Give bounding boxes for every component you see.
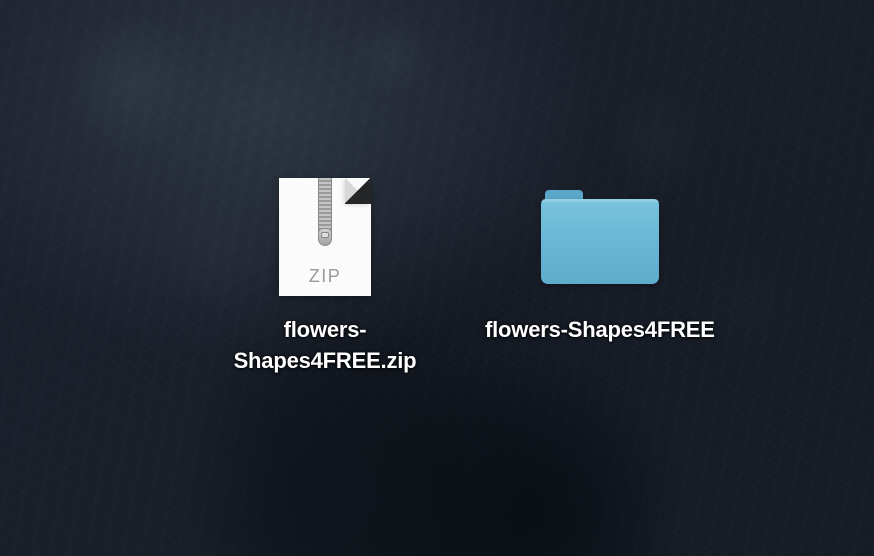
desktop-area[interactable]: ZIP flowers-Shapes4FREE.zip flowers-Shap… xyxy=(0,0,874,556)
desktop-item-folder[interactable]: flowers-Shapes4FREE xyxy=(485,178,715,345)
zip-badge-text: ZIP xyxy=(279,266,371,287)
zip-file-icon: ZIP xyxy=(279,178,371,296)
desktop-item-label: flowers-Shapes4FREE.zip xyxy=(210,314,440,376)
desktop-item-label: flowers-Shapes4FREE xyxy=(485,314,715,345)
folder-icon xyxy=(541,178,659,296)
desktop-item-zip[interactable]: ZIP flowers-Shapes4FREE.zip xyxy=(210,178,440,376)
